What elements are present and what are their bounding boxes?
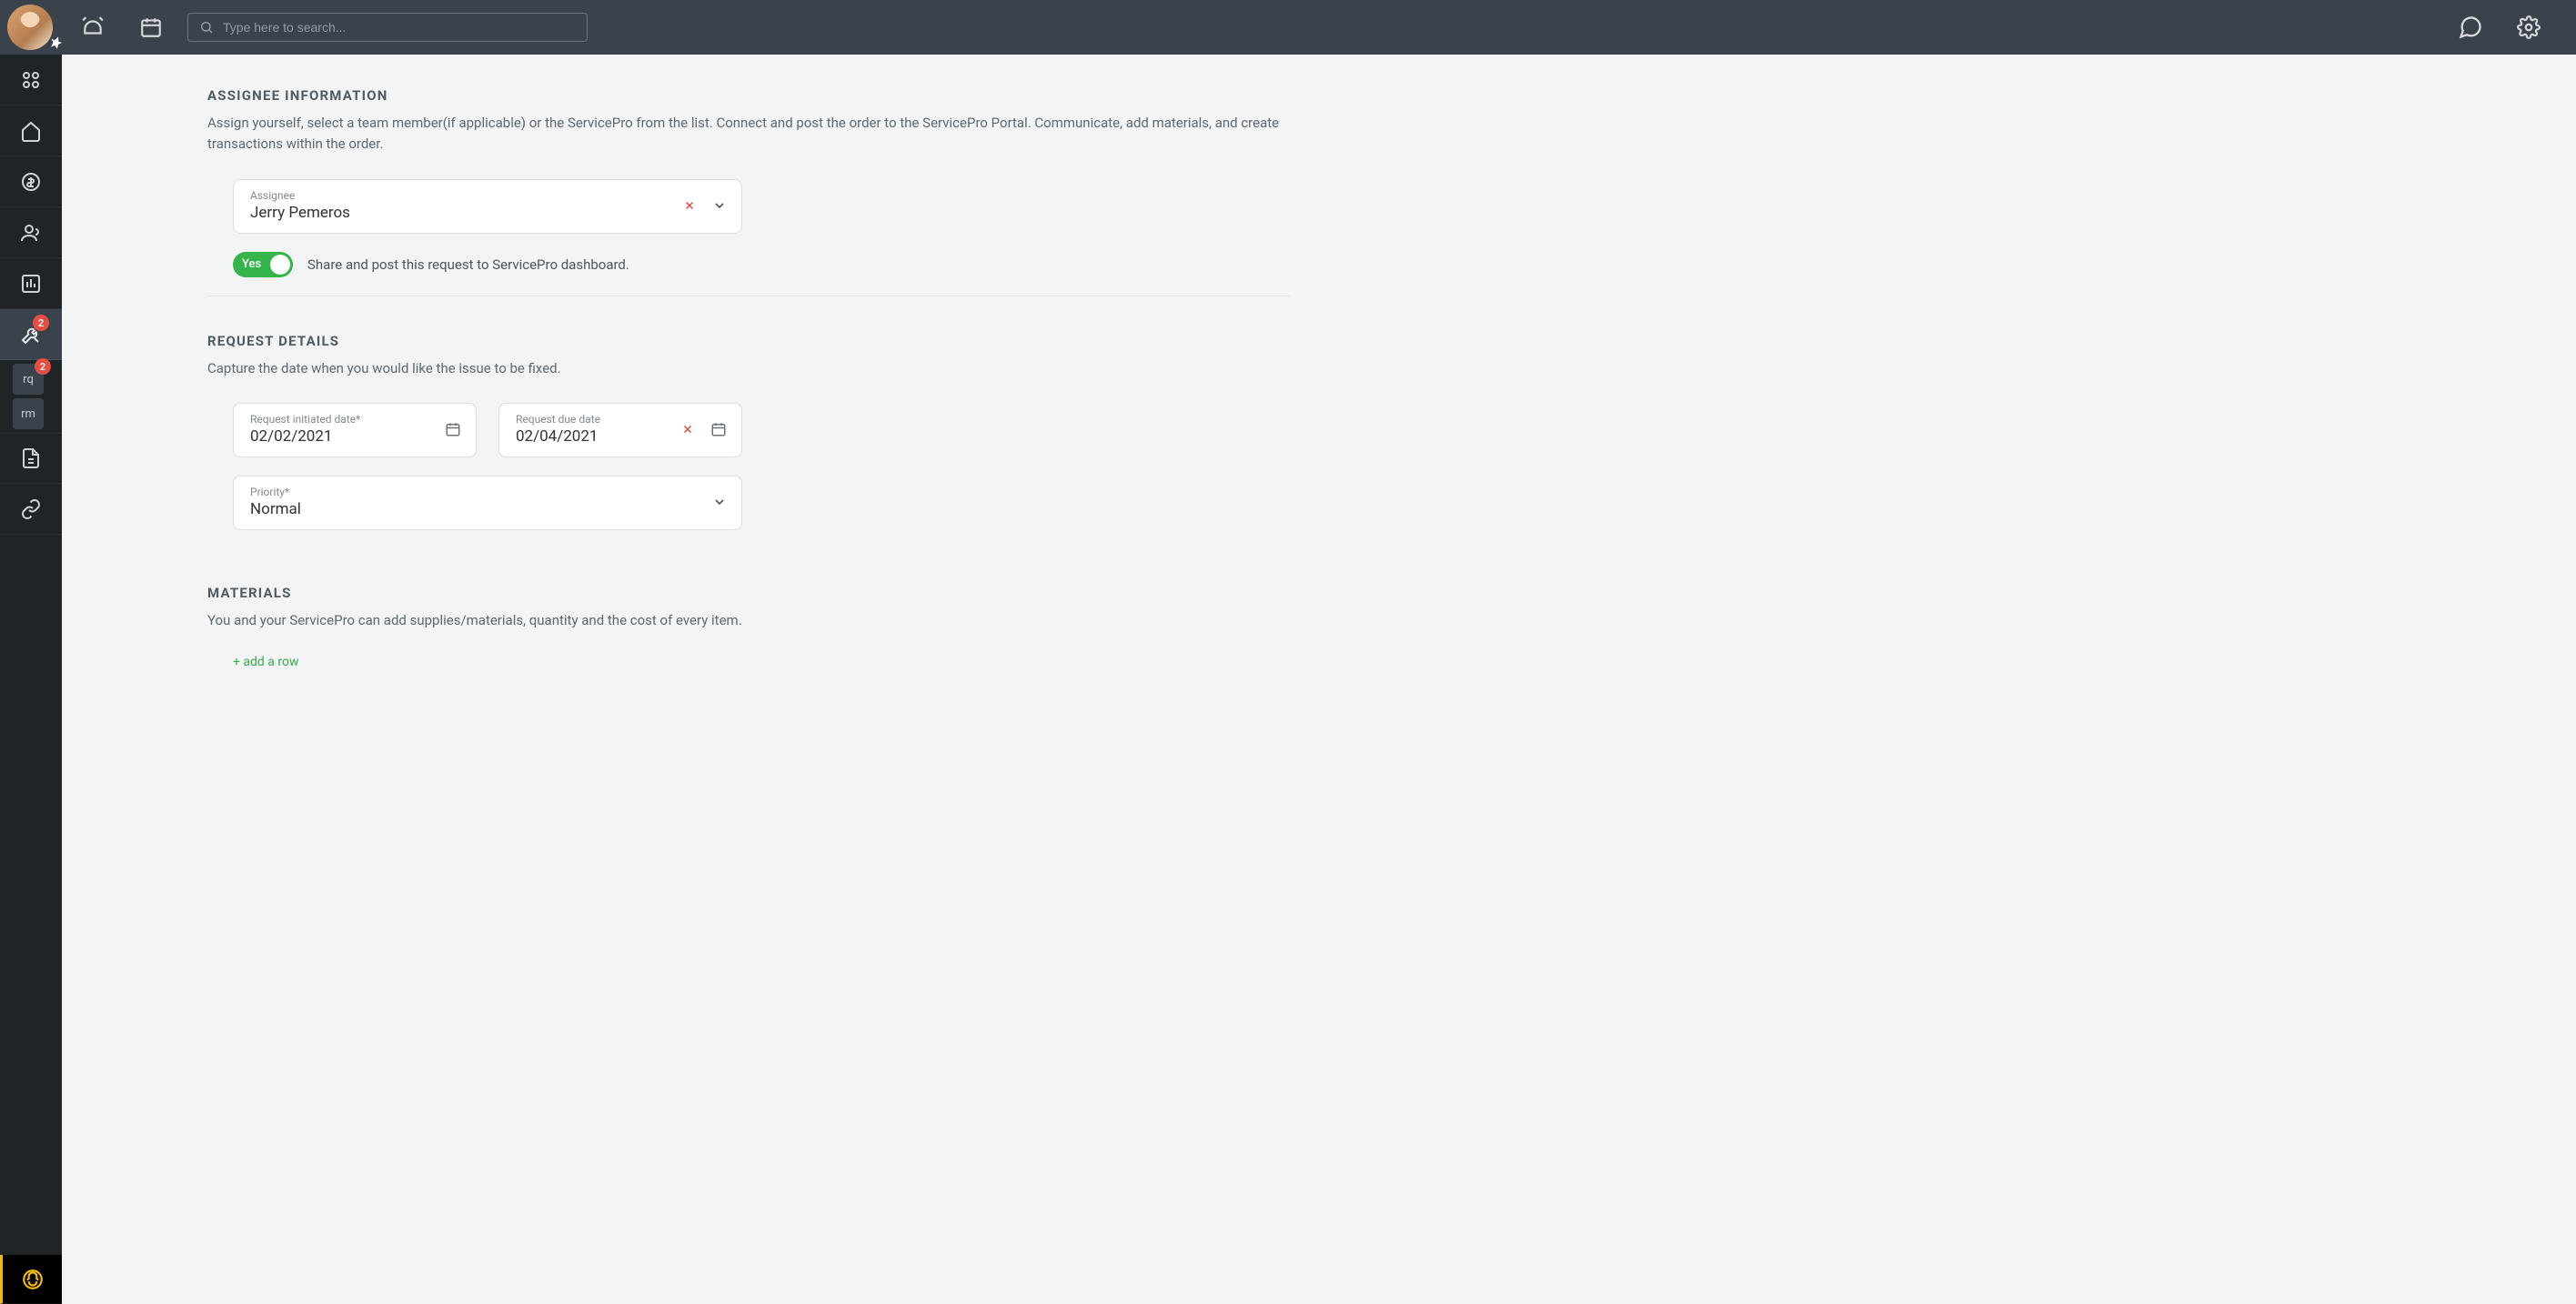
- nav-sub: rq 2 rm: [0, 360, 62, 433]
- assignee-clear-icon[interactable]: [683, 199, 696, 212]
- initiated-field[interactable]: Request initiated date* 02/02/2021: [233, 403, 477, 457]
- add-row-link[interactable]: + add a row: [207, 655, 2467, 669]
- nav-home[interactable]: [0, 105, 62, 156]
- share-toggle-desc: Share and post this request to ServicePr…: [307, 256, 629, 273]
- nav-sub-rq[interactable]: rq 2: [13, 364, 44, 395]
- search-field[interactable]: [187, 13, 588, 42]
- due-value: 02/04/2021: [516, 427, 670, 446]
- assignee-chevron-icon[interactable]: [712, 198, 727, 213]
- search-icon: [199, 20, 214, 35]
- assignee-field-value: Jerry Pemeros: [250, 204, 672, 222]
- nav-tools-badge: 2: [33, 315, 49, 331]
- initiated-label: Request initiated date*: [250, 413, 434, 426]
- share-toggle[interactable]: Yes: [233, 252, 293, 277]
- toggle-knob: [270, 255, 290, 275]
- section-assignee: ASSIGNEE INFORMATION Assign yourself, se…: [207, 87, 2467, 530]
- request-desc: Capture the date when you would like the…: [207, 358, 1281, 379]
- section-materials: MATERIALS You and your ServicePro can ad…: [207, 585, 2467, 669]
- nav-sub-rm-label: rm: [21, 407, 35, 421]
- priority-value: Normal: [250, 500, 701, 518]
- calendar-icon[interactable]: [122, 0, 180, 55]
- nav-sub-rq-badge: 2: [35, 358, 51, 375]
- nav-person[interactable]: [0, 207, 62, 258]
- nav-support[interactable]: [0, 1255, 62, 1304]
- due-label: Request due date: [516, 413, 670, 426]
- nav-documents[interactable]: [0, 433, 62, 484]
- priority-label: Priority*: [250, 486, 701, 498]
- materials-desc: You and your ServicePro can add supplies…: [207, 610, 1281, 631]
- nav-tools[interactable]: 2: [0, 309, 62, 360]
- avatar-wrap[interactable]: [7, 5, 60, 50]
- gear-icon[interactable]: [2500, 0, 2558, 55]
- nav-sub-rq-label: rq: [23, 373, 34, 386]
- chat-icon[interactable]: [2441, 0, 2500, 55]
- assignee-desc: Assign yourself, select a team member(if…: [207, 113, 1281, 155]
- materials-title: MATERIALS: [207, 585, 2467, 601]
- main-content: ASSIGNEE INFORMATION Assign yourself, se…: [62, 55, 2576, 1304]
- assignee-field-label: Assignee: [250, 189, 672, 202]
- topbar: [0, 0, 2576, 55]
- search-input[interactable]: [223, 20, 576, 35]
- share-toggle-label: Yes: [242, 257, 261, 271]
- assignee-field[interactable]: Assignee Jerry Pemeros: [233, 179, 742, 234]
- priority-chevron-icon[interactable]: [712, 495, 727, 509]
- initiated-value: 02/02/2021: [250, 427, 434, 446]
- sidebar: 2 rq 2 rm: [0, 55, 62, 1304]
- due-clear-icon[interactable]: [681, 423, 694, 436]
- due-calendar-icon[interactable]: [710, 421, 727, 437]
- assignee-title: ASSIGNEE INFORMATION: [207, 87, 2467, 104]
- due-field[interactable]: Request due date 02/04/2021: [498, 403, 742, 457]
- request-title: REQUEST DETAILS: [207, 333, 2467, 349]
- priority-field[interactable]: Priority* Normal: [233, 476, 742, 530]
- nav-link[interactable]: [0, 484, 62, 535]
- nav-apps[interactable]: [0, 55, 62, 105]
- nav-money[interactable]: [0, 156, 62, 207]
- initiated-calendar-icon[interactable]: [445, 421, 461, 437]
- avatar[interactable]: [7, 5, 53, 50]
- alarm-icon[interactable]: [64, 0, 122, 55]
- nav-reports[interactable]: [0, 258, 62, 309]
- nav-sub-rm[interactable]: rm: [13, 398, 44, 429]
